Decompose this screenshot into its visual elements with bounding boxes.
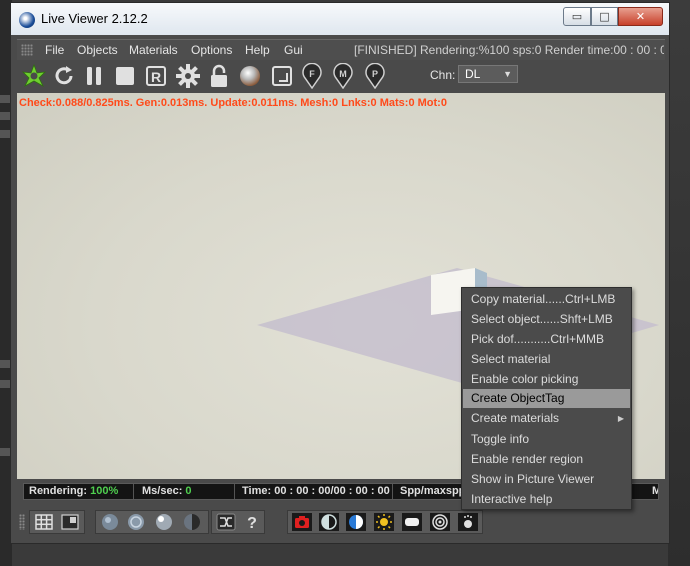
grip-icon[interactable] [21, 44, 33, 56]
r-letter-icon[interactable]: R [143, 63, 169, 89]
dots-icon[interactable] [458, 513, 478, 531]
render-status-text: [FINISHED] Rendering:%100 sps:0 Render t… [354, 43, 664, 57]
menu-item-show-in-picture-viewer[interactable]: Show in Picture Viewer [463, 470, 630, 489]
menu-item-select-object[interactable]: Select object......Shft+LMB [463, 310, 630, 329]
post-process-group [287, 510, 483, 534]
menu-item-create-materials[interactable]: Create materials ▶ [463, 409, 630, 428]
grid-icon[interactable] [34, 513, 54, 531]
menu-gui[interactable]: Gui [284, 43, 303, 57]
stats-line: Check:0.088/0.825ms. Gen:0.013ms. Update… [19, 97, 447, 109]
menu-item-enable-render-region[interactable]: Enable render region [463, 450, 630, 469]
main-toolbar: R F M P Chn: DL ▼ [17, 60, 665, 92]
target-icon[interactable] [430, 513, 450, 531]
desktop-background-right [668, 0, 690, 566]
help-icon[interactable]: ? [242, 513, 262, 531]
pin-m-text: M [339, 69, 347, 79]
create-materials-label: Create materials [471, 411, 560, 425]
window-title: Live Viewer 2.12.2 [41, 11, 148, 26]
info-separator [234, 484, 235, 499]
menu-item-enable-color-picking[interactable]: Enable color picking [463, 370, 630, 389]
lock-icon[interactable] [206, 63, 232, 89]
time-info: Time: 00 : 00 : 00/00 : 00 : 00 [242, 485, 390, 497]
gear-icon[interactable] [175, 63, 201, 89]
shuffle-icon[interactable] [216, 513, 236, 531]
spp-label: Spp/maxspp [400, 485, 466, 497]
contrast-icon[interactable] [346, 513, 366, 531]
green-star-logo-icon[interactable] [21, 63, 47, 89]
title-bar[interactable]: Live Viewer 2.12.2 ▭ □ ✕ [11, 3, 669, 35]
menu-materials[interactable]: Materials [129, 43, 178, 57]
sphere-1-icon[interactable] [100, 513, 120, 531]
menu-objects[interactable]: Objects [77, 43, 118, 57]
sphere-2-icon[interactable] [126, 513, 146, 531]
camera-icon[interactable] [292, 513, 312, 531]
menu-file[interactable]: File [45, 43, 64, 57]
menu-item-pick-dof[interactable]: Pick dof...........Ctrl+MMB [463, 330, 630, 349]
pin-f-icon[interactable]: F [299, 63, 325, 89]
menu-help[interactable]: Help [245, 43, 270, 57]
menu-options[interactable]: Options [191, 43, 232, 57]
channel-dropdown[interactable]: DL ▼ [458, 65, 518, 83]
sphere-material-icon[interactable] [237, 63, 263, 89]
context-menu: Copy material......Ctrl+LMB Select objec… [461, 287, 632, 510]
menu-item-create-objecttag[interactable]: Create ObjectTag [463, 389, 630, 408]
time-value: 00 : 00 : 00/00 : 00 : 00 [274, 485, 390, 497]
sun-icon[interactable] [374, 513, 394, 531]
ms-label: Ms/sec: [142, 485, 183, 497]
minimize-button[interactable]: ▭ [563, 7, 591, 26]
app-icon [19, 12, 35, 28]
sphere-3-icon[interactable] [154, 513, 174, 531]
rendering-label: Rendering: [29, 485, 88, 497]
region-select-icon[interactable] [269, 63, 295, 89]
grip-icon[interactable] [19, 514, 25, 530]
help-icon-text: ? [247, 515, 257, 531]
region-icon[interactable] [60, 513, 80, 531]
submenu-arrow-icon: ▶ [617, 414, 624, 423]
rounded-rect-icon[interactable] [402, 513, 422, 531]
stop-icon[interactable] [112, 63, 138, 89]
layout-group [29, 510, 85, 534]
r-letter-text: R [151, 69, 161, 85]
m-label: M [652, 485, 658, 497]
sphere-4-icon[interactable] [182, 513, 202, 531]
sphere-preview-group [95, 510, 209, 534]
pin-f-text: F [309, 69, 315, 79]
rendering-value: 100% [90, 485, 119, 497]
half-circle-icon[interactable] [319, 513, 339, 531]
ms-info: Ms/sec: 0 [142, 485, 192, 497]
misc-group: ? [211, 510, 265, 534]
pause-icon[interactable] [81, 63, 107, 89]
pin-p-text: P [372, 69, 378, 79]
refresh-icon[interactable] [51, 63, 77, 89]
menu-bar: File Objects Materials Options Help Gui … [17, 39, 665, 61]
maximize-button[interactable]: □ [591, 7, 618, 26]
pin-m-icon[interactable]: M [330, 63, 356, 89]
rendering-info: Rendering: 100% [29, 485, 118, 497]
time-label: Time: [242, 485, 272, 497]
menu-item-copy-material[interactable]: Copy material......Ctrl+LMB [463, 290, 630, 309]
menu-item-select-material[interactable]: Select material [463, 350, 630, 369]
channel-label: Chn: [430, 68, 456, 82]
pin-p-icon[interactable]: P [362, 63, 388, 89]
ms-value: 0 [185, 485, 192, 497]
close-button[interactable]: ✕ [618, 7, 663, 26]
menu-item-interactive-help[interactable]: Interactive help [463, 490, 630, 509]
info-separator [392, 484, 393, 499]
channel-value: DL [465, 67, 481, 81]
chevron-down-icon: ▼ [503, 69, 512, 79]
info-separator [133, 484, 134, 499]
bottom-toolbar: ? [17, 506, 665, 538]
menu-item-toggle-info[interactable]: Toggle info [463, 430, 630, 449]
